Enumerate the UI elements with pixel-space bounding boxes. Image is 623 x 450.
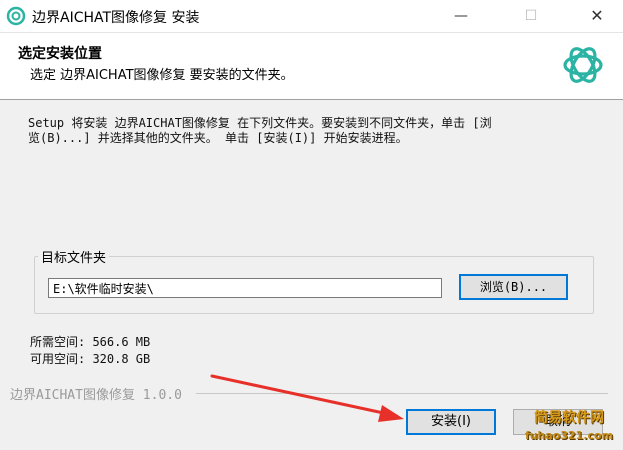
branding-text: 边界AICHAT图像修复 1.0.0 xyxy=(10,388,182,403)
footer-divider xyxy=(196,393,608,394)
close-button[interactable]: ✕ xyxy=(574,0,620,32)
install-button[interactable]: 安装(I) xyxy=(406,409,496,435)
window-title: 边界AICHAT图像修复 安装 xyxy=(32,10,200,26)
minimize-button[interactable]: — xyxy=(438,0,484,32)
page-title: 选定安装位置 xyxy=(18,46,102,62)
teal-knot-icon xyxy=(6,6,26,26)
watermark-logo: 简易软件网 xyxy=(534,410,604,426)
intro-line-1: Setup 将安装 边界AICHAT图像修复 在下列文件夹。要安装到不同文件夹，… xyxy=(28,116,492,130)
page-subtitle: 选定 边界AICHAT图像修复 要安装的文件夹。 xyxy=(30,68,294,83)
browse-button[interactable]: 浏览(B)... xyxy=(459,274,568,300)
destination-path-input[interactable]: E:\软件临时安装\ xyxy=(48,278,442,298)
destination-group-label: 目标文件夹 xyxy=(38,247,110,266)
space-available: 可用空间: 320.8 GB xyxy=(30,352,151,366)
title-bar: 边界AICHAT图像修复 安装 — ☐ ✕ xyxy=(0,0,623,33)
space-required: 所需空间: 566.6 MB xyxy=(30,335,151,349)
teal-knot-logo-icon xyxy=(563,47,603,83)
watermark-url: fuhao321.com xyxy=(524,429,614,442)
maximize-button[interactable]: ☐ xyxy=(508,0,554,32)
intro-line-2: 览(B)...] 并选择其他的文件夹。 单击 [安装(I)] 开始安装进程。 xyxy=(28,131,408,145)
page-header: 选定安装位置 选定 边界AICHAT图像修复 要安装的文件夹。 xyxy=(0,33,623,100)
intro-text: Setup 将安装 边界AICHAT图像修复 在下列文件夹。要安装到不同文件夹，… xyxy=(28,116,598,146)
